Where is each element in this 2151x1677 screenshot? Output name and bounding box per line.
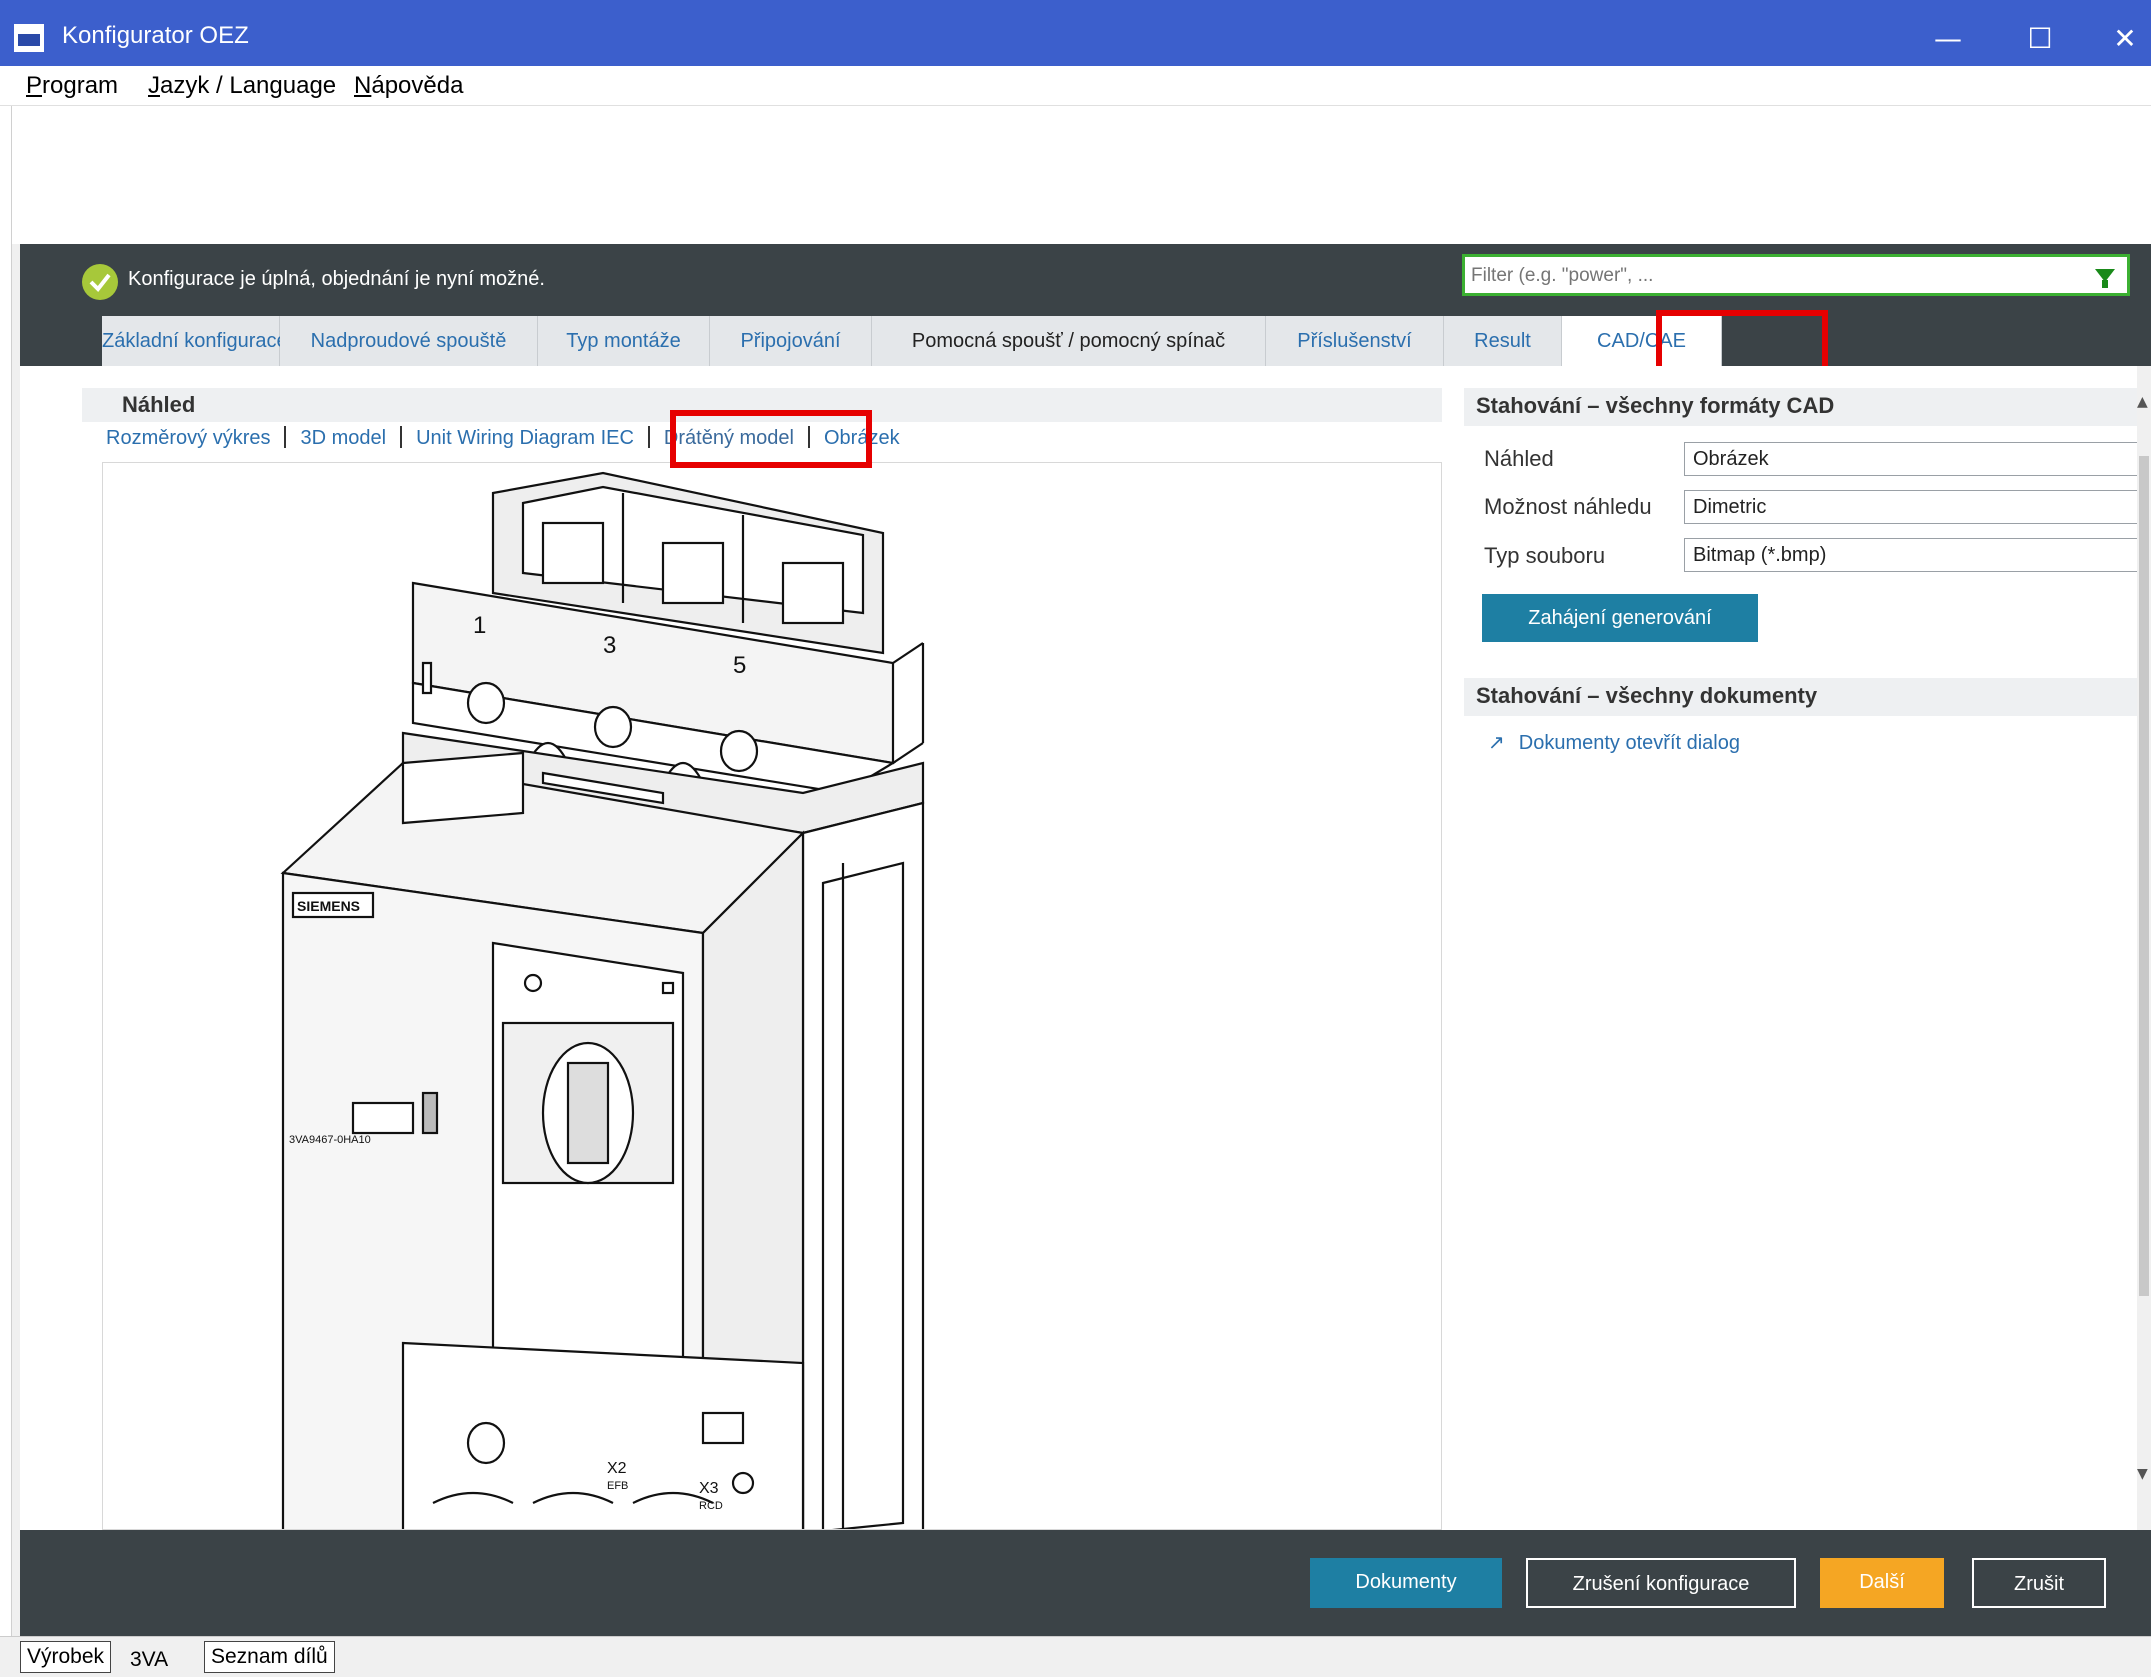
preview-heading: Náhled	[122, 392, 196, 417]
link-separator	[400, 426, 403, 448]
file-type-select[interactable]: Bitmap (*.bmp)	[1684, 538, 2151, 572]
scroll-up-icon[interactable]: ▲	[2137, 394, 2148, 410]
connector-x2-sub: EFB	[607, 1480, 628, 1492]
link-separator	[647, 426, 650, 448]
terminal-label-1: 1	[473, 612, 486, 639]
link-separator	[284, 426, 287, 448]
highlight-box-wireframe-link	[670, 410, 872, 468]
menu-program-label: rogram	[42, 72, 119, 99]
connector-x3-sub: RCD	[699, 1500, 723, 1512]
main-content: Náhled Rozměrový výkres 3D model Unit Wiri…	[20, 366, 2151, 1530]
preview-select[interactable]: Obrázek	[1684, 442, 2151, 476]
tab-result[interactable]: Result	[1444, 316, 1562, 366]
menu-help-mnemonic: N	[354, 72, 372, 99]
tab-prislusenstvi[interactable]: Příslušenství	[1266, 316, 1444, 366]
banner-area	[12, 106, 2151, 244]
scrollbar-thumb[interactable]	[2139, 456, 2149, 1296]
vertical-scrollbar[interactable]: ▲ ▼	[2137, 366, 2151, 1530]
bottom-tab-bar: Výrobek 3VA Seznam dílů	[0, 1636, 2151, 1676]
funnel-icon[interactable]	[2095, 269, 2115, 288]
menu-language-label: azyk / Language	[160, 72, 337, 99]
brand-label: SIEMENS	[297, 898, 360, 914]
window-title: Konfigurator OEZ	[62, 22, 249, 49]
cancel-configuration-button[interactable]: Zrušení konfigurace	[1526, 1558, 1796, 1608]
preview-frame: 1 3 5 SIEMENS 3VA9467-0HA10 X2 EFB X3 RC…	[102, 462, 1442, 1530]
window-left-edge	[0, 106, 12, 1636]
app-window: Konfigurator OEZ — ☐ ✕ Program Jazyk / L…	[0, 0, 2151, 1676]
maximize-button[interactable]: ☐	[2010, 12, 2070, 66]
preview-option-value: Dimetric	[1693, 496, 1767, 518]
preview-option-select[interactable]: Dimetric	[1684, 490, 2151, 524]
connector-x3-label: X3	[699, 1480, 719, 1497]
bottom-tab-3va[interactable]: 3VA	[124, 1645, 174, 1677]
tab-pripojovani[interactable]: Připojování	[710, 316, 872, 366]
terminal-label-3: 3	[603, 632, 616, 659]
arrow-up-right-icon: ↗	[1488, 732, 1505, 754]
docs-download-heading-bar: Stahování – všechny dokumenty	[1464, 678, 2151, 716]
cad-download-heading-bar: Stahování – všechny formáty CAD	[1464, 388, 2151, 426]
status-message: Konfigurace je úplná, objednání je nyní …	[128, 268, 545, 290]
bottom-tab-product[interactable]: Výrobek	[20, 1641, 112, 1673]
docs-download-heading: Stahování – všechny dokumenty	[1476, 683, 1818, 708]
tab-pomocna-spoust[interactable]: Pomocná spoušť / pomocný spínač	[872, 316, 1266, 366]
check-circle-icon	[82, 264, 118, 300]
tab-typ-montaze[interactable]: Typ montáže	[538, 316, 710, 366]
menu-program[interactable]: Program	[26, 72, 118, 100]
footer-bar: Dokumenty Zrušení konfigurace Další Zruš…	[20, 1530, 2151, 1636]
preview-select-value: Obrázek	[1693, 448, 1769, 470]
part-code-label: 3VA9467-0HA10	[289, 1134, 371, 1146]
preview-option-label: Možnost náhledu	[1484, 494, 1652, 519]
terminal-label-5: 5	[733, 652, 746, 679]
next-button[interactable]: Další	[1820, 1558, 1944, 1608]
preview-label: Náhled	[1484, 446, 1554, 471]
file-type-value: Bitmap (*.bmp)	[1693, 544, 1827, 566]
cad-download-heading: Stahování – všechny formáty CAD	[1476, 393, 1835, 418]
scroll-down-icon[interactable]: ▼	[2137, 1466, 2148, 1482]
start-generation-button[interactable]: Zahájení generování	[1482, 594, 1758, 642]
open-documents-dialog-link[interactable]: ↗ Dokumenty otevřít dialog	[1488, 730, 1740, 755]
connector-x2-label: X2	[607, 1460, 627, 1477]
close-button[interactable]: ✕	[2100, 12, 2150, 66]
configurator-header: Konfigurace je úplná, objednání je nyní …	[20, 244, 2151, 366]
menu-help[interactable]: Nápověda	[354, 72, 463, 100]
menu-language-mnemonic: J	[148, 72, 160, 99]
bottom-tab-parts-list[interactable]: Seznam dílů	[204, 1641, 335, 1673]
filter-box[interactable]	[1462, 254, 2130, 296]
breaker-drawing: 1 3 5 SIEMENS 3VA9467-0HA10 X2 EFB X3 RC…	[280, 471, 925, 1529]
menu-program-mnemonic: P	[26, 72, 43, 99]
menu-bar: Program Jazyk / Language Nápověda	[0, 66, 2151, 106]
link-dimension-drawing[interactable]: Rozměrový výkres	[106, 427, 270, 449]
tab-zakladni-konfigurace[interactable]: Základní konfigurace	[102, 316, 288, 366]
documents-button[interactable]: Dokumenty	[1310, 1558, 1502, 1608]
open-documents-dialog-label: Dokumenty otevřít dialog	[1518, 732, 1740, 754]
menu-language[interactable]: Jazyk / Language	[148, 72, 336, 100]
minimize-button[interactable]: —	[1918, 12, 1978, 66]
app-logo-icon	[14, 24, 44, 52]
link-wiring-diagram[interactable]: Unit Wiring Diagram IEC	[416, 427, 634, 449]
file-type-label: Typ souboru	[1484, 543, 1606, 568]
link-3d-model[interactable]: 3D model	[300, 427, 386, 449]
tab-nadproudove-spouste[interactable]: Nadproudové spouště	[280, 316, 538, 366]
menu-help-label: ápověda	[371, 72, 464, 99]
filter-input[interactable]	[1471, 261, 2071, 291]
cancel-button[interactable]: Zrušit	[1972, 1558, 2106, 1608]
